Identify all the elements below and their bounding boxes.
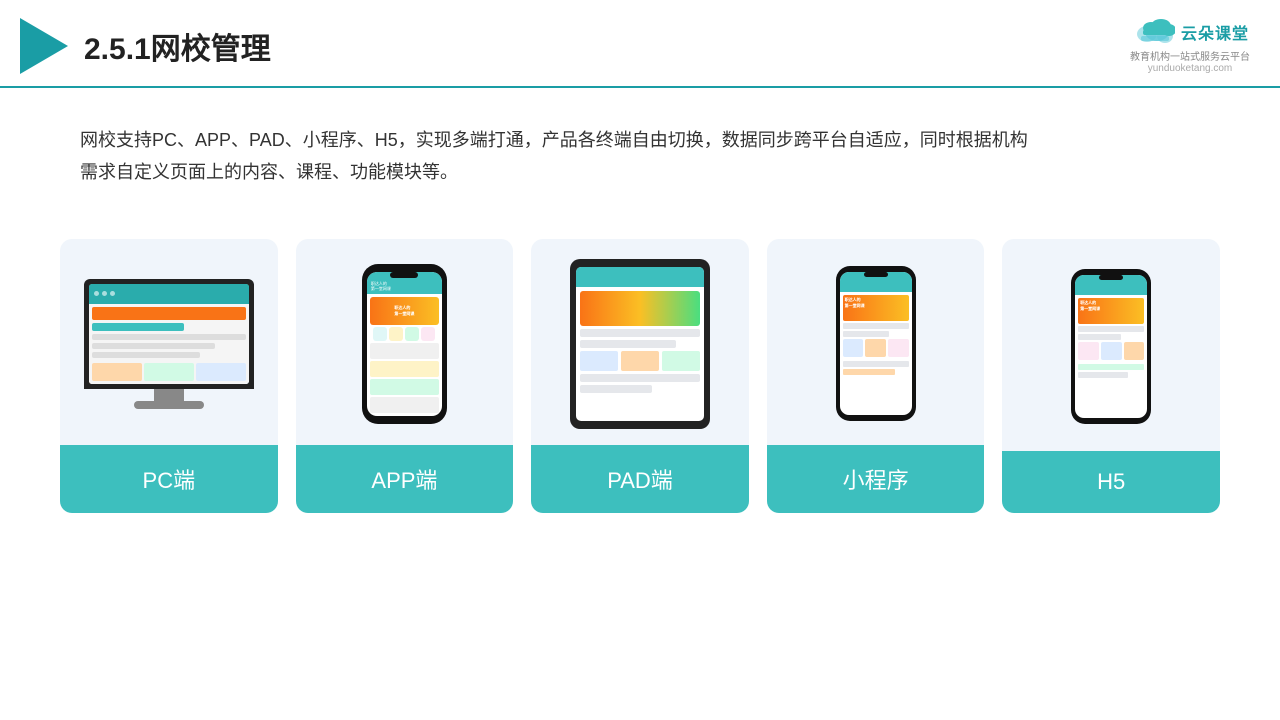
card-pc: PC端 bbox=[60, 239, 278, 513]
description-line1: 网校支持PC、APP、PAD、小程序、H5，实现多端打通，产品各终端自由切换，数… bbox=[80, 124, 1200, 156]
cloud-svg-icon bbox=[1131, 18, 1175, 46]
card-app-image: 职达人的第一堂网课 职达人的第一堂网课 bbox=[296, 239, 514, 445]
card-h5-label: H5 bbox=[1002, 451, 1220, 513]
description-line2: 需求自定义页面上的内容、课程、功能模块等。 bbox=[80, 156, 1200, 188]
brand-logo: 云朵课堂 教育机构一站式服务云平台 yunduoketang.com bbox=[1130, 18, 1250, 74]
logo-subtext: 教育机构一站式服务云平台 bbox=[1130, 48, 1250, 63]
logo-text-cn: 云朵课堂 bbox=[1181, 20, 1249, 44]
card-h5-image: 职达人的第一堂网课 bbox=[1002, 239, 1220, 451]
play-icon bbox=[20, 18, 68, 74]
card-miniprogram-image: 职达人的第一堂网课 bbox=[767, 239, 985, 445]
phone-miniprogram-mockup: 职达人的第一堂网课 bbox=[836, 266, 916, 421]
card-pad: PAD端 bbox=[531, 239, 749, 513]
pc-monitor-mockup bbox=[79, 279, 259, 409]
phone-app-mockup: 职达人的第一堂网课 职达人的第一堂网课 bbox=[362, 264, 447, 424]
card-pc-image bbox=[60, 239, 278, 445]
description-block: 网校支持PC、APP、PAD、小程序、H5，实现多端打通，产品各终端自由切换，数… bbox=[0, 88, 1280, 209]
card-h5: 职达人的第一堂网课 H5 bbox=[1002, 239, 1220, 513]
card-pc-label: PC端 bbox=[60, 445, 278, 513]
page-header: 2.5.1网校管理 云朵课堂 教育机构一站式服务云平台 yunduoketang… bbox=[0, 0, 1280, 88]
card-miniprogram: 职达人的第一堂网课 小程序 bbox=[767, 239, 985, 513]
card-pad-label: PAD端 bbox=[531, 445, 749, 513]
card-pad-image bbox=[531, 239, 749, 445]
card-app-label: APP端 bbox=[296, 445, 514, 513]
page-title: 2.5.1网校管理 bbox=[84, 24, 271, 68]
tablet-mockup bbox=[570, 259, 710, 429]
cards-container: PC端 职达人的第一堂网课 职达人的第一堂网课 bbox=[0, 209, 1280, 513]
header-left: 2.5.1网校管理 bbox=[20, 18, 271, 74]
cloud-logo-container: 云朵课堂 bbox=[1131, 18, 1249, 46]
logo-url: yunduoketang.com bbox=[1148, 63, 1233, 74]
card-app: 职达人的第一堂网课 职达人的第一堂网课 bbox=[296, 239, 514, 513]
card-miniprogram-label: 小程序 bbox=[767, 445, 985, 513]
phone-h5-mockup: 职达人的第一堂网课 bbox=[1071, 269, 1151, 424]
